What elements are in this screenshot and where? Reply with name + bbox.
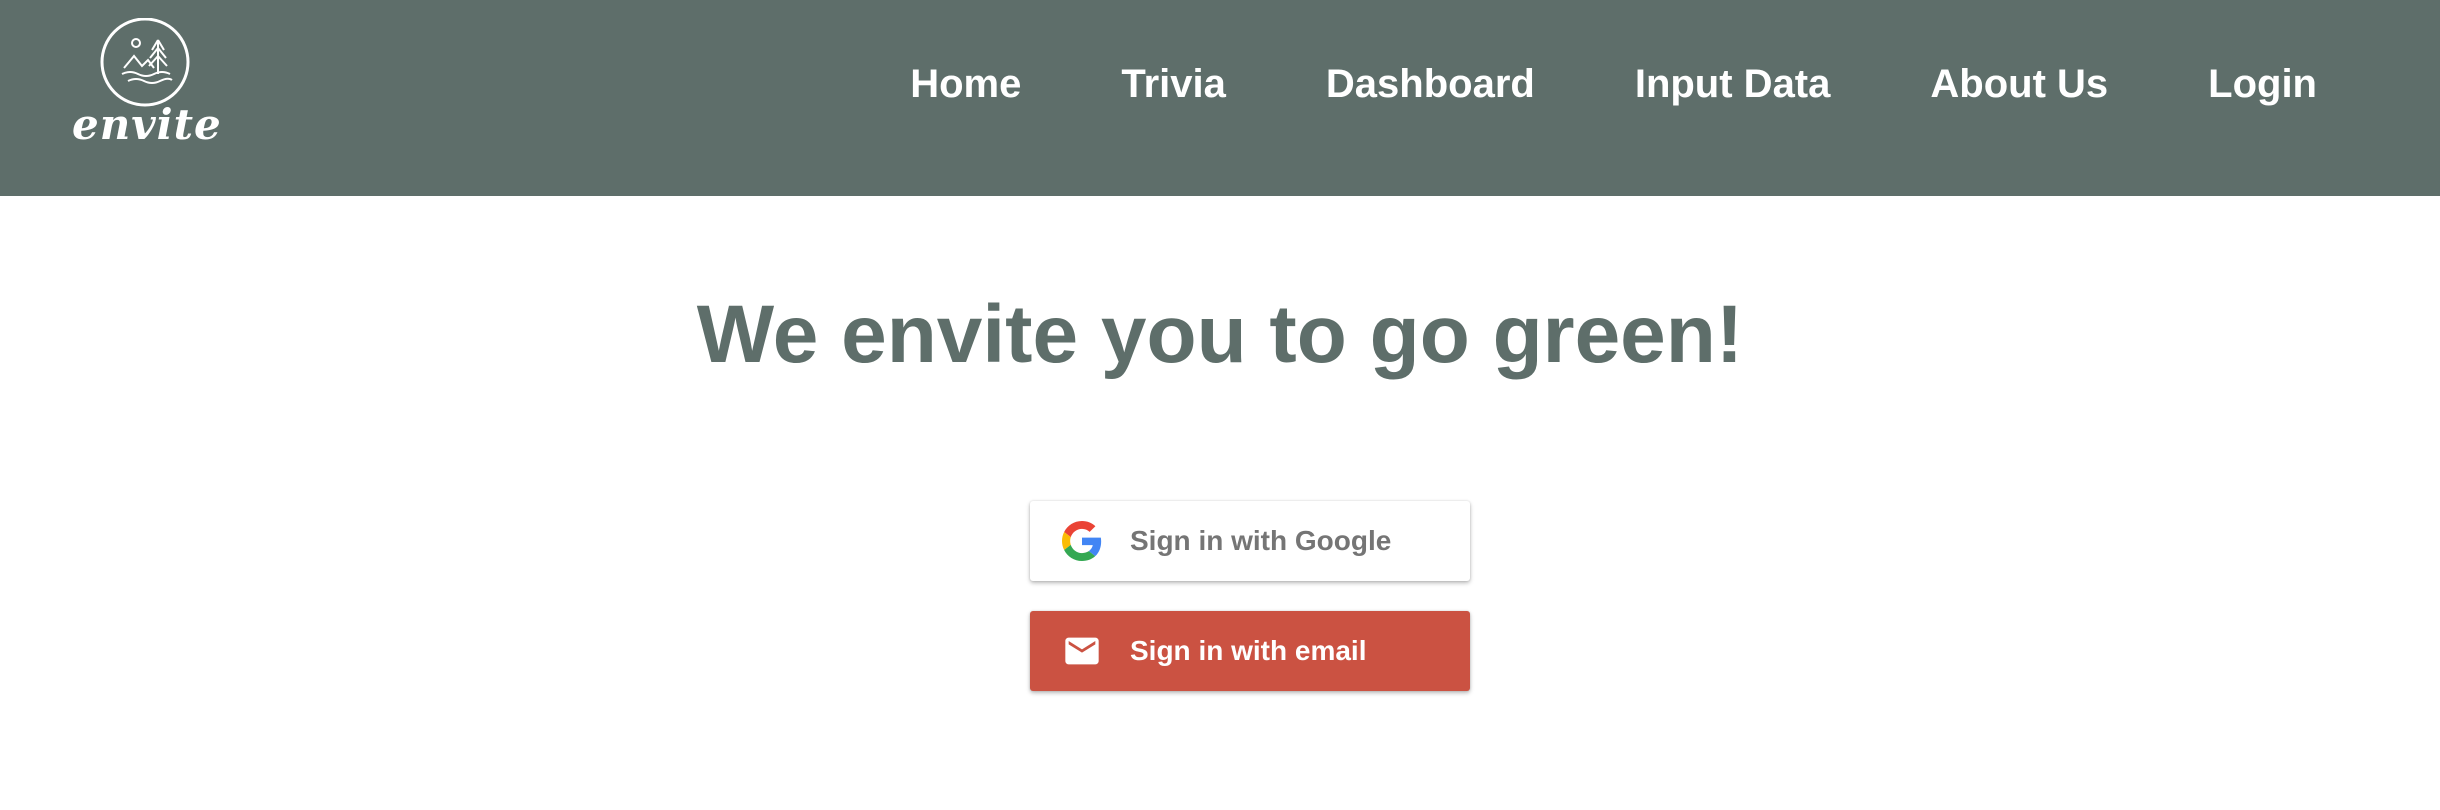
nav-link-login[interactable]: Login — [2208, 62, 2317, 107]
sign-in-with-email-button[interactable]: Sign in with email — [1030, 611, 1470, 691]
nav-link-input-data[interactable]: Input Data — [1635, 62, 1831, 107]
nav-link-dashboard[interactable]: Dashboard — [1326, 62, 1535, 107]
page-title: We envite you to go green! — [696, 289, 1744, 380]
mail-icon — [1065, 637, 1099, 665]
google-icon — [1062, 521, 1102, 561]
brand-name: envite — [72, 100, 222, 149]
nav-link-about-us[interactable]: About Us — [1930, 62, 2108, 107]
main-nav: Home Trivia Dashboard Input Data About U… — [910, 56, 2317, 112]
envite-logo-icon — [100, 18, 190, 107]
navbar: envite Home Trivia Dashboard Input Data … — [0, 0, 2440, 196]
brand-logo[interactable]: envite — [72, 18, 222, 149]
nav-link-home[interactable]: Home — [910, 62, 1021, 107]
nav-link-trivia[interactable]: Trivia — [1121, 62, 1226, 107]
sign-in-with-google-button[interactable]: Sign in with Google — [1030, 501, 1470, 581]
google-button-label: Sign in with Google — [1130, 525, 1392, 556]
email-button-label: Sign in with email — [1130, 635, 1367, 666]
